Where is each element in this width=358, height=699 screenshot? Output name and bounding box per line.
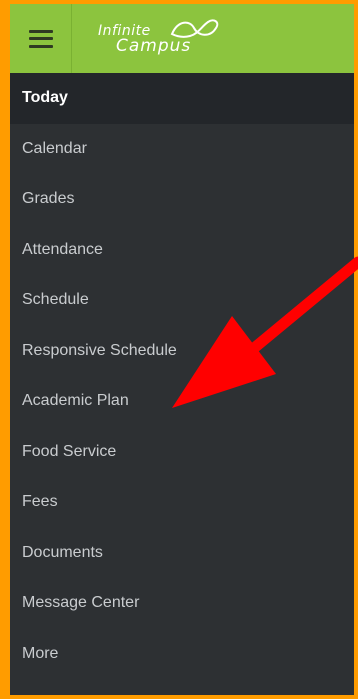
sidebar-nav: Today Calendar Grades Attendance Schedul… xyxy=(10,73,354,679)
sidebar-item-label: Food Service xyxy=(22,442,117,460)
sidebar-item-label: Fees xyxy=(22,493,58,511)
app-header: Infinite Campus xyxy=(10,4,354,73)
sidebar-item-fees[interactable]: Fees xyxy=(10,477,354,528)
hamburger-icon xyxy=(28,29,53,48)
sidebar-item-more[interactable]: More xyxy=(10,629,354,680)
sidebar-item-label: Academic Plan xyxy=(22,392,129,410)
sidebar-item-label: Calendar xyxy=(22,139,87,157)
sidebar-item-calendar[interactable]: Calendar xyxy=(10,124,354,175)
sidebar-item-documents[interactable]: Documents xyxy=(10,528,354,579)
app-frame: Infinite Campus Today Calendar Grades At… xyxy=(0,0,358,699)
sidebar-item-label: Grades xyxy=(22,190,75,208)
sidebar-item-food-service[interactable]: Food Service xyxy=(10,427,354,478)
sidebar-item-label: Documents xyxy=(22,543,103,561)
sidebar-item-message-center[interactable]: Message Center xyxy=(10,578,354,629)
sidebar-item-label: Attendance xyxy=(22,240,103,258)
sidebar-item-responsive-schedule[interactable]: Responsive Schedule xyxy=(10,326,354,377)
sidebar-item-label: Responsive Schedule xyxy=(22,341,177,359)
sidebar-item-schedule[interactable]: Schedule xyxy=(10,275,354,326)
sidebar-item-label: Schedule xyxy=(22,291,89,309)
menu-button[interactable] xyxy=(10,4,72,73)
infinite-campus-logo: Infinite Campus xyxy=(98,14,228,64)
sidebar-item-label: More xyxy=(22,644,59,662)
sidebar-item-label: Message Center xyxy=(22,594,140,612)
logo-swirl-icon xyxy=(170,18,219,38)
sidebar-item-label: Today xyxy=(22,89,68,107)
sidebar-item-today[interactable]: Today xyxy=(10,73,354,124)
sidebar-item-attendance[interactable]: Attendance xyxy=(10,225,354,276)
sidebar-item-grades[interactable]: Grades xyxy=(10,174,354,225)
sidebar-item-academic-plan[interactable]: Academic Plan xyxy=(10,376,354,427)
